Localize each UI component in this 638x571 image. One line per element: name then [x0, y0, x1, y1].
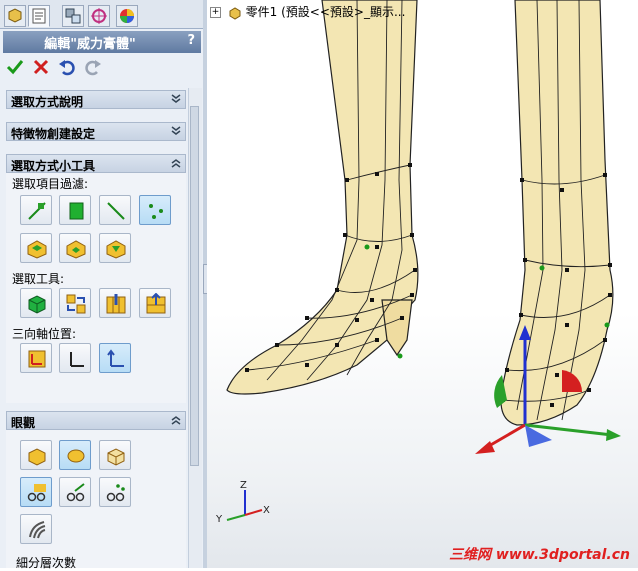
vertex-filter-icon: [149, 204, 163, 219]
grid-select-icon: [106, 294, 126, 314]
display-manager-tab[interactable]: [116, 5, 138, 27]
help-button[interactable]: ?: [187, 33, 195, 48]
configuration-manager-icon: [65, 8, 81, 24]
cancel-x-icon[interactable]: [32, 58, 50, 76]
filter-vertex-button[interactable]: [139, 195, 171, 225]
smooth-shape-icon: [67, 449, 85, 463]
dimxpert-manager-tab[interactable]: [88, 5, 110, 27]
configuration-manager-tab[interactable]: [62, 5, 84, 27]
triad-plane-icon: [28, 350, 46, 368]
select-grow-button[interactable]: [59, 288, 91, 318]
model-view[interactable]: Z X Y: [207, 0, 638, 568]
glasses-icon: [27, 484, 46, 502]
triad-position-1-button[interactable]: [20, 343, 52, 373]
selection-help-section[interactable]: 選取方式說明: [6, 90, 186, 109]
x-label: X: [263, 505, 270, 516]
panel-scroll-thumb[interactable]: [190, 106, 199, 466]
feature-settings-section[interactable]: 特徵物創建設定: [6, 122, 186, 141]
redo-icon: [85, 60, 101, 76]
glasses-icon: [106, 484, 125, 502]
grid-select-icon: [146, 293, 166, 314]
edge-filter-icon: [28, 202, 46, 220]
triad-axis-icon: [107, 349, 124, 367]
tools-label: 選取工具:: [12, 272, 65, 286]
select-body-button[interactable]: [20, 288, 52, 318]
selection-tools-section[interactable]: 選取方式小工具: [6, 154, 186, 173]
property-manager-header: 編輯"威力膏體" ?: [3, 31, 201, 53]
display-zebra-button[interactable]: [20, 514, 52, 544]
y-arrow-icon: [606, 429, 621, 441]
chevron-down-icon[interactable]: [170, 125, 182, 137]
right-boot-model: [500, 0, 614, 426]
display-cage-button[interactable]: [99, 440, 131, 470]
feature-manager-icon: [8, 8, 22, 23]
crosshair-icon: [91, 8, 107, 24]
chevron-down-icon[interactable]: [170, 93, 182, 105]
select-loop-button[interactable]: [99, 288, 131, 318]
box-select-icon: [27, 240, 47, 259]
property-manager-panel: 編輯"威力膏體" ? 選取方式說明 特徵物創建設定 選取方式小工具 選取項目過濾…: [0, 0, 203, 570]
graphics-viewport[interactable]: Z X Y + 零件1 (預設<<預設>_顯示... 三维网 www.3dpor…: [207, 0, 638, 568]
triad-position-2-button[interactable]: [59, 343, 91, 373]
line-filter-icon: [107, 202, 125, 220]
box-select-icon: [106, 240, 126, 259]
triad-position-3-button[interactable]: [99, 343, 131, 373]
chevron-up-icon[interactable]: [170, 414, 182, 426]
filter-line-button[interactable]: [99, 195, 131, 225]
part-name[interactable]: 零件1 (預設<<預設>_顯示...: [246, 5, 406, 19]
select-ring-button[interactable]: [139, 288, 171, 318]
page-title: 編輯"威力膏體": [44, 37, 136, 52]
part-icon: [229, 6, 241, 20]
expand-button[interactable]: +: [210, 7, 221, 18]
undo-icon[interactable]: [58, 58, 76, 76]
display-smooth-button[interactable]: [59, 440, 91, 470]
feature-tree-flyout[interactable]: + 零件1 (預設<<預設>_顯示...: [210, 3, 405, 20]
manager-tabs: [0, 0, 203, 29]
triad-label: 三向軸位置:: [12, 327, 77, 341]
cage-box-icon: [107, 448, 125, 466]
filter-box-2-button[interactable]: [59, 233, 91, 263]
display-mode-2-button[interactable]: [59, 477, 91, 507]
property-manager-icon: [32, 8, 46, 24]
shaded-box-icon: [28, 448, 46, 466]
display-mode-1-button[interactable]: [20, 477, 52, 507]
display-shaded-button[interactable]: [20, 440, 52, 470]
grid-arrows-icon: [66, 294, 86, 314]
display-mode-3-button[interactable]: [99, 477, 131, 507]
triad-axis-icon: [70, 352, 84, 367]
property-manager-tab[interactable]: [28, 5, 50, 27]
cube-icon: [28, 295, 46, 314]
box-select-icon: [66, 240, 86, 259]
color-wheel-icon: [120, 9, 134, 23]
z-label: Z: [240, 480, 247, 491]
glasses-icon: [66, 483, 85, 502]
display-section[interactable]: 眼觀: [6, 411, 186, 430]
feature-manager-tab[interactable]: [4, 5, 26, 27]
filter-box-3-button[interactable]: [99, 233, 131, 263]
subdivision-label: 細分層次數: [16, 556, 77, 570]
face-filter-icon: [69, 202, 84, 220]
chevron-up-icon[interactable]: [170, 157, 182, 169]
filter-face-button[interactable]: [59, 195, 91, 225]
y-label: Y: [215, 514, 223, 525]
filter-edge-button[interactable]: [20, 195, 52, 225]
filter-label: 選取項目過濾:: [12, 177, 89, 191]
watermark: 三维网 www.3dportal.cn: [449, 547, 630, 563]
filter-box-1-button[interactable]: [20, 233, 52, 263]
ok-check-icon[interactable]: [6, 58, 24, 76]
zebra-stripes-icon: [29, 521, 46, 539]
orientation-triad: Z X Y: [215, 480, 270, 525]
